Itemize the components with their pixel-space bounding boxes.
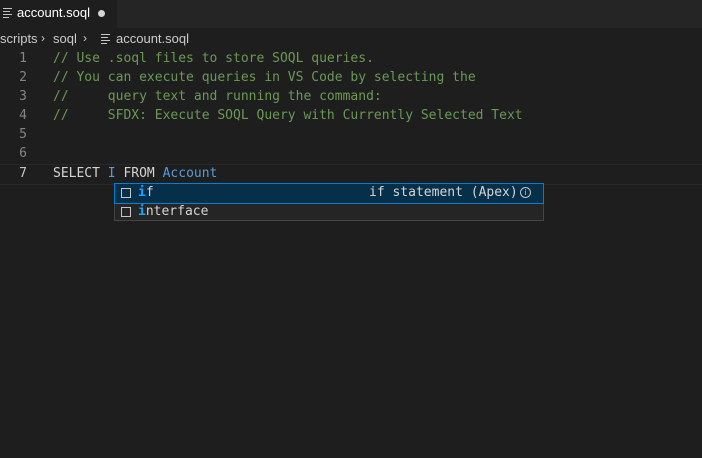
line-number: 2 bbox=[19, 70, 27, 85]
suggestion-widget: if if statement (Apex) i interface bbox=[114, 183, 544, 221]
snippet-icon bbox=[121, 188, 131, 198]
code-editor[interactable]: 1 // Use .soql files to store SOQL queri… bbox=[0, 50, 702, 458]
code-line: 4 // SFDX: Execute SOQL Query with Curre… bbox=[0, 107, 702, 126]
code-line: 1 // Use .soql files to store SOQL queri… bbox=[0, 50, 702, 69]
chevron-right-icon: › bbox=[41, 31, 45, 45]
file-lines-icon bbox=[3, 8, 12, 18]
breadcrumb-item-file[interactable]: account.soql bbox=[116, 31, 189, 46]
breadcrumb-item-scripts[interactable]: scripts bbox=[0, 31, 38, 46]
chevron-right-icon: › bbox=[83, 31, 87, 45]
code-line: 6 bbox=[0, 145, 702, 164]
code-line: 2 // You can execute queries in VS Code … bbox=[0, 69, 702, 88]
keyword-from: FROM bbox=[123, 166, 155, 181]
code-text: SELECT I FROM Account bbox=[53, 166, 217, 181]
suggestion-item-if[interactable]: if if statement (Apex) i bbox=[114, 183, 544, 204]
suggestion-label: if bbox=[138, 185, 154, 200]
field-identifier: I bbox=[107, 166, 116, 181]
code-text: // Use .soql files to store SOQL queries… bbox=[53, 51, 374, 66]
tab-label: account.soql bbox=[17, 5, 90, 20]
breadcrumb-item-soql[interactable]: soql bbox=[53, 31, 77, 46]
code-line-current: 7 SELECT I FROM Account bbox=[0, 164, 702, 185]
snippet-icon bbox=[121, 207, 131, 217]
line-number: 6 bbox=[19, 146, 27, 161]
code-line: 3 // query text and running the command: bbox=[0, 88, 702, 107]
line-number: 7 bbox=[19, 166, 27, 181]
suggestion-item-interface[interactable]: interface bbox=[115, 203, 543, 222]
info-icon[interactable]: i bbox=[520, 187, 531, 198]
tab-account-soql[interactable]: account.soql bbox=[0, 0, 117, 28]
tab-bar: account.soql bbox=[0, 0, 702, 28]
code-line: 5 bbox=[0, 126, 702, 145]
file-lines-icon bbox=[101, 34, 110, 44]
keyword-select: SELECT bbox=[53, 166, 100, 181]
line-number: 1 bbox=[19, 51, 27, 66]
unsaved-dot-icon[interactable] bbox=[98, 10, 105, 17]
suggestion-label: interface bbox=[138, 204, 209, 219]
code-text: // query text and running the command: bbox=[53, 89, 382, 104]
line-number: 4 bbox=[19, 108, 27, 123]
code-text: // You can execute queries in VS Code by… bbox=[53, 70, 476, 85]
code-text: // SFDX: Execute SOQL Query with Current… bbox=[53, 108, 523, 123]
suggestion-detail: if statement (Apex) bbox=[369, 185, 518, 200]
object-identifier: Account bbox=[162, 166, 218, 181]
line-number: 3 bbox=[19, 89, 27, 104]
line-number: 5 bbox=[19, 127, 27, 142]
